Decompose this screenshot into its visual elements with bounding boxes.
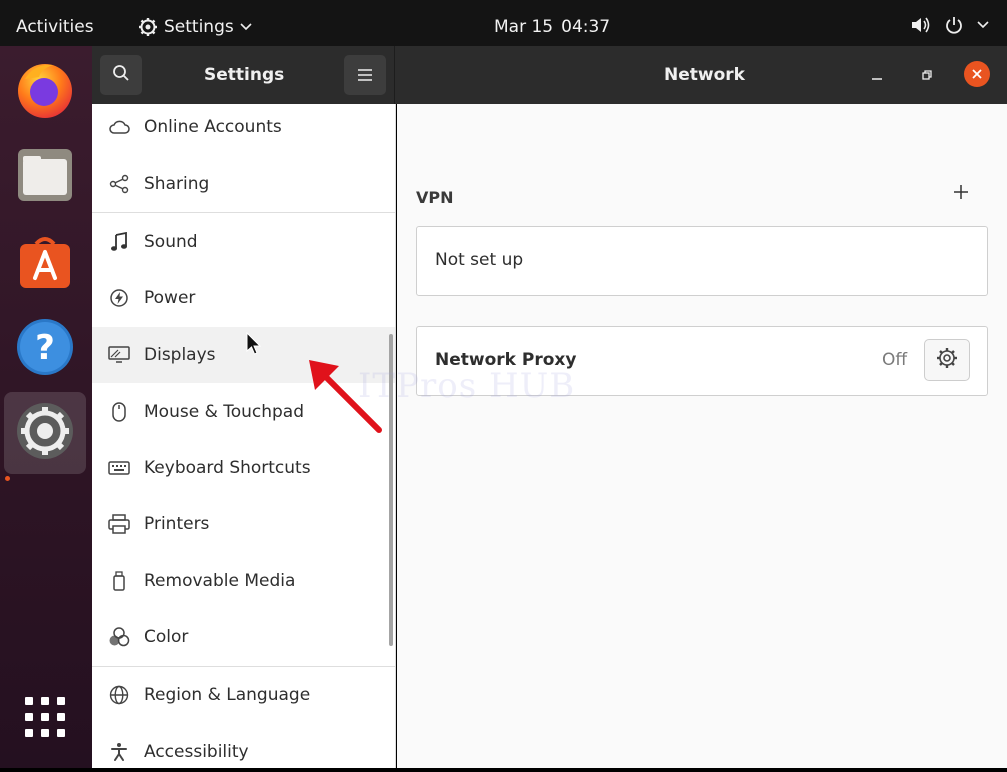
sidebar-item-color[interactable]: Color	[92, 609, 395, 665]
header-separator	[394, 46, 395, 104]
sidebar-item-power[interactable]: Power	[92, 270, 395, 326]
mouse-cursor-icon	[246, 331, 262, 360]
proxy-settings-button[interactable]	[924, 339, 970, 381]
proxy-state: Off	[882, 350, 908, 370]
share-icon	[92, 174, 144, 194]
app-menu[interactable]: Settings	[138, 17, 252, 37]
clock[interactable]: Mar 15 04:37	[494, 17, 610, 37]
watermark: ITPros HUB	[358, 366, 576, 406]
dock-settings[interactable]	[4, 392, 86, 474]
printer-icon	[92, 514, 144, 534]
screen-border	[0, 768, 1007, 772]
app-menu-label: Settings	[164, 17, 234, 37]
vpn-heading: VPN	[416, 188, 454, 207]
top-bar: Activities Settings Mar 15 04:37	[0, 0, 1007, 46]
menu-button[interactable]	[344, 55, 386, 95]
dock-firefox[interactable]	[4, 50, 86, 132]
search-icon	[112, 64, 130, 86]
power-menu-icon	[945, 16, 963, 34]
removable-media-icon	[92, 571, 144, 591]
sidebar-item-removable-media[interactable]: Removable Media	[92, 553, 395, 609]
sidebar-title: Settings	[204, 65, 285, 85]
panel-title: Network	[664, 65, 745, 85]
chevron-down-icon	[240, 23, 252, 31]
svg-text:?: ?	[35, 328, 55, 368]
vpn-card: Not set up	[416, 226, 988, 296]
music-note-icon	[92, 232, 144, 252]
accessibility-icon	[92, 742, 144, 762]
sidebar-item-online-accounts[interactable]: Online Accounts	[92, 104, 395, 155]
sidebar-item-label: Mouse & Touchpad	[144, 402, 305, 422]
running-indicator	[5, 476, 10, 481]
sidebar-item-region-language[interactable]: Region & Language	[92, 667, 395, 723]
clock-date: Mar 15	[494, 17, 554, 37]
hamburger-icon	[358, 66, 372, 85]
minimize-icon	[871, 66, 883, 85]
app-grid-icon	[25, 697, 65, 741]
dock-help[interactable]: ?	[4, 308, 86, 390]
mouse-icon	[92, 402, 144, 422]
display-icon	[92, 346, 144, 364]
color-icon	[92, 627, 144, 647]
files-icon	[16, 147, 74, 207]
clock-time: 04:37	[561, 17, 611, 37]
settings-icon	[15, 401, 75, 465]
close-button[interactable]	[964, 61, 990, 87]
cloud-icon	[92, 119, 144, 135]
sidebar-item-label: Printers	[144, 514, 210, 534]
sidebar-item-label: Online Accounts	[144, 117, 282, 137]
plus-icon	[954, 185, 968, 199]
sidebar-item-sound[interactable]: Sound	[92, 214, 395, 270]
sidebar-divider	[92, 212, 395, 213]
keyboard-icon	[92, 461, 144, 475]
gear-icon	[936, 347, 958, 373]
dock: ?	[0, 46, 92, 772]
sidebar-item-label: Region & Language	[144, 685, 311, 705]
network-panel: VPN Not set up Network Proxy Off	[397, 104, 1007, 768]
firefox-icon	[15, 59, 75, 123]
close-icon	[971, 65, 983, 84]
software-icon	[16, 232, 74, 294]
settings-small-icon	[138, 17, 158, 37]
vpn-status: Not set up	[435, 250, 524, 270]
sidebar-item-label: Displays	[144, 345, 216, 365]
sidebar-item-sharing[interactable]: Sharing	[92, 156, 395, 212]
sidebar-item-label: Sharing	[144, 174, 210, 194]
dock-software[interactable]	[4, 222, 86, 304]
sidebar-item-accessibility[interactable]: Accessibility	[92, 724, 395, 768]
maximize-button[interactable]	[918, 63, 936, 87]
system-tray[interactable]	[911, 16, 989, 34]
globe-icon	[92, 685, 144, 705]
sidebar-item-label: Removable Media	[144, 571, 296, 591]
sidebar-item-label: Sound	[144, 232, 198, 252]
sidebar-item-label: Color	[144, 627, 189, 647]
activities-button[interactable]: Activities	[16, 17, 94, 37]
chevron-down-icon	[977, 21, 989, 29]
help-icon: ?	[15, 317, 75, 381]
show-apps-button[interactable]	[4, 678, 86, 760]
sidebar-item-printers[interactable]: Printers	[92, 496, 395, 552]
sidebar-item-label: Keyboard Shortcuts	[144, 458, 311, 478]
minimize-button[interactable]	[868, 63, 886, 87]
sidebar-item-label: Accessibility	[144, 742, 249, 762]
sidebar-item-keyboard-shortcuts[interactable]: Keyboard Shortcuts	[92, 440, 395, 496]
add-vpn-button[interactable]	[953, 184, 969, 204]
volume-icon	[911, 16, 931, 34]
dock-files[interactable]	[4, 136, 86, 218]
maximize-icon	[921, 66, 933, 85]
sidebar-item-label: Power	[144, 288, 196, 308]
power-icon	[92, 288, 144, 308]
search-button[interactable]	[100, 55, 142, 95]
red-arrow-annotation	[305, 356, 385, 440]
window-header: Settings Network	[92, 46, 1007, 104]
